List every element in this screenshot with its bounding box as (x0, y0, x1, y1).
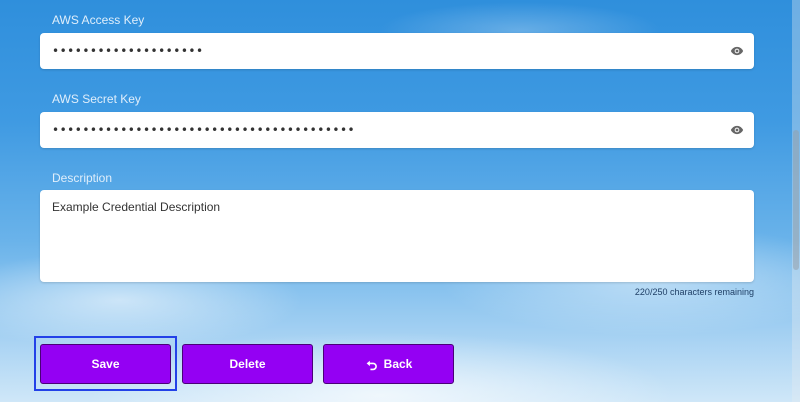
undo-arrow-icon (366, 360, 377, 370)
secret-key-label: AWS Secret Key (52, 92, 141, 106)
description-label: Description (52, 171, 113, 185)
scrollbar[interactable] (792, 0, 800, 402)
access-key-field[interactable]: •••••••••••••••••••• (40, 33, 754, 69)
delete-button-label: Delete (229, 357, 266, 371)
character-counter: 220/250 characters remaining (634, 287, 754, 297)
description-value: Example Credential Description (52, 200, 221, 214)
secret-key-field[interactable]: •••••••••••••••••••••••••••••••••••••••• (40, 112, 754, 148)
secret-key-value: •••••••••••••••••••••••••••••••••••••••• (52, 123, 356, 137)
back-button[interactable]: Back (323, 344, 454, 384)
description-textarea[interactable]: Example Credential Description (40, 190, 754, 282)
eye-icon[interactable] (730, 44, 744, 58)
save-button-label: Save (91, 357, 120, 371)
delete-button[interactable]: Delete (182, 344, 313, 384)
access-key-value: •••••••••••••••••••• (52, 44, 204, 58)
back-button-label: Back (383, 357, 413, 371)
scrollbar-thumb[interactable] (793, 130, 799, 270)
eye-icon[interactable] (730, 123, 744, 137)
save-button[interactable]: Save (40, 344, 171, 384)
access-key-label: AWS Access Key (52, 13, 145, 27)
